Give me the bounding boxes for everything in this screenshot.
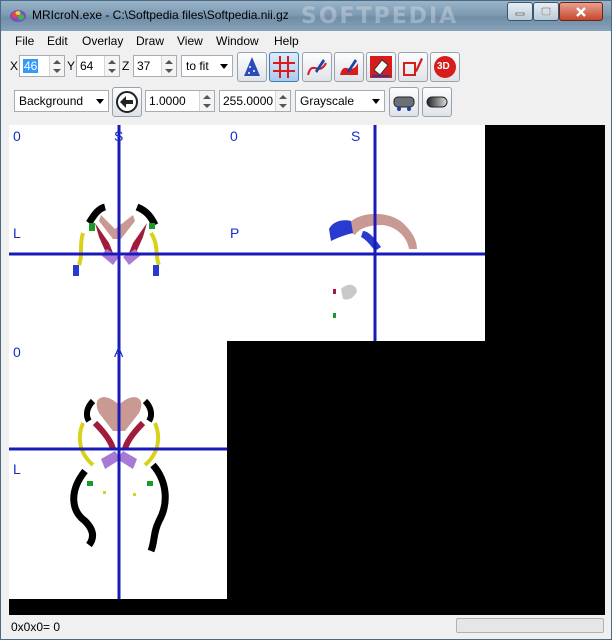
spin-up-icon[interactable] (203, 94, 211, 100)
close-button[interactable] (559, 2, 603, 21)
pen-draw-button[interactable] (302, 52, 332, 82)
spin-up-icon[interactable] (108, 59, 116, 65)
z-coordinate-spinner[interactable]: 37 (133, 55, 177, 77)
progress-bar (456, 618, 604, 633)
menu-window[interactable]: Window (216, 34, 259, 48)
sagittal-slice-number: 0 (230, 128, 238, 144)
zoom-value: to fit (186, 59, 209, 73)
colorscheme-value: Grayscale (300, 94, 355, 108)
sagittal-view[interactable]: 0 S P (227, 125, 485, 341)
zoom-select[interactable]: to fit (181, 55, 233, 77)
eraser-icon (370, 56, 392, 78)
chevron-down-icon (96, 99, 104, 104)
max-spinner-arrows[interactable] (275, 91, 290, 111)
close-icon (576, 6, 586, 17)
colorbar-icon (426, 96, 448, 108)
layer-value: Background (19, 94, 84, 108)
app-window: MRIcroN.exe - C:\Softpedia files\Softped… (0, 0, 612, 640)
maximize-button[interactable] (533, 2, 559, 21)
crosshair-grid-icon (273, 56, 295, 78)
coronal-slice-number: 0 (13, 128, 21, 144)
y-spinner-arrows[interactable] (104, 56, 119, 76)
spin-up-icon[interactable] (279, 94, 287, 100)
min-spinner-arrows[interactable] (199, 91, 214, 111)
colorbar-toggle-button[interactable] (422, 87, 452, 117)
spin-down-icon[interactable] (279, 103, 287, 109)
colorscheme-select[interactable]: Grayscale (295, 90, 385, 112)
coordinates-toolbar: X 46 Y 64 Z 37 to fit 3D (1, 51, 611, 85)
coronal-superior-label: S (114, 128, 124, 144)
minimize-button[interactable] (507, 2, 533, 21)
menu-file[interactable]: File (15, 34, 34, 48)
axial-left-label: L (13, 461, 21, 477)
x-label: X (10, 59, 19, 73)
close-layer-button[interactable] (112, 87, 142, 117)
axial-view[interactable]: 0 A L (9, 341, 227, 599)
shape-draw-button[interactable] (398, 52, 428, 82)
menu-draw[interactable]: Draw (136, 34, 164, 48)
spin-down-icon[interactable] (108, 68, 116, 74)
shape-draw-icon (403, 58, 423, 76)
z-spinner-arrows[interactable] (161, 56, 176, 76)
spin-down-icon[interactable] (53, 68, 61, 74)
render-cone-button[interactable] (237, 52, 267, 82)
menu-bar: File Edit Overlay Draw View Window Help (1, 31, 611, 51)
minimize-icon (515, 12, 525, 15)
y-coordinate-value[interactable]: 64 (80, 59, 93, 73)
layer-select[interactable]: Background (14, 90, 109, 112)
pen-fill-icon (340, 59, 358, 75)
axial-slice-number: 0 (13, 344, 21, 360)
z-label: Z (122, 59, 130, 73)
axial-crosshair (9, 341, 227, 599)
pen-fill-button[interactable] (334, 52, 364, 82)
x-spinner-arrows[interactable] (49, 56, 64, 76)
spin-down-icon[interactable] (165, 68, 173, 74)
status-bar: 0x0x0= 0 (1, 615, 611, 639)
menu-view[interactable]: View (177, 34, 203, 48)
menu-overlay[interactable]: Overlay (82, 34, 123, 48)
image-viewer[interactable]: 0 S L 0 S P 0 A L (9, 125, 605, 615)
mricron-app-icon (10, 10, 26, 22)
y-coordinate-spinner[interactable]: 64 (76, 55, 120, 77)
sagittal-superior-label: S (351, 128, 361, 144)
max-intensity-value[interactable]: 255.0000 (223, 94, 273, 108)
colorbar-options-button[interactable] (389, 87, 419, 117)
min-intensity-value[interactable]: 1.0000 (149, 94, 186, 108)
3d-label: 3D (437, 61, 450, 72)
spin-down-icon[interactable] (203, 103, 211, 109)
pen-draw-icon (307, 59, 327, 76)
spin-up-icon[interactable] (53, 59, 61, 65)
sagittal-crosshair (227, 125, 485, 341)
coronal-left-label: L (13, 225, 21, 241)
softpedia-watermark: SOFTPEDIA (301, 4, 459, 29)
maximize-icon (541, 6, 551, 16)
z-coordinate-value[interactable]: 37 (137, 59, 150, 73)
coronal-crosshair (9, 125, 227, 341)
spin-up-icon[interactable] (165, 59, 173, 65)
x-coordinate-spinner[interactable]: 46 (19, 55, 65, 77)
axial-anterior-label: A (114, 344, 124, 360)
cone-icon (244, 57, 260, 76)
status-voxel-value: 0x0x0= 0 (11, 620, 61, 634)
chevron-down-icon (372, 99, 380, 104)
menu-edit[interactable]: Edit (47, 34, 68, 48)
coronal-view[interactable]: 0 S L (9, 125, 227, 341)
y-label: Y (67, 59, 76, 73)
chevron-down-icon (220, 64, 228, 69)
menu-help[interactable]: Help (274, 34, 299, 48)
crosshair-toggle-button[interactable] (269, 52, 299, 82)
x-coordinate-value[interactable]: 46 (23, 59, 39, 73)
render-3d-button[interactable]: 3D (430, 52, 460, 82)
min-intensity-spinner[interactable]: 1.0000 (145, 90, 215, 112)
layer-toolbar: Background 1.0000 255.0000 Grayscale (1, 87, 611, 121)
window-title: MRIcroN.exe - C:\Softpedia files\Softped… (32, 8, 289, 22)
back-arrow-icon (116, 91, 138, 113)
max-intensity-spinner[interactable]: 255.0000 (219, 90, 291, 112)
sagittal-posterior-label: P (230, 225, 240, 241)
eraser-button[interactable] (366, 52, 396, 82)
title-bar[interactable]: MRIcroN.exe - C:\Softpedia files\Softped… (1, 1, 611, 31)
colorbar-options-icon (393, 96, 415, 111)
